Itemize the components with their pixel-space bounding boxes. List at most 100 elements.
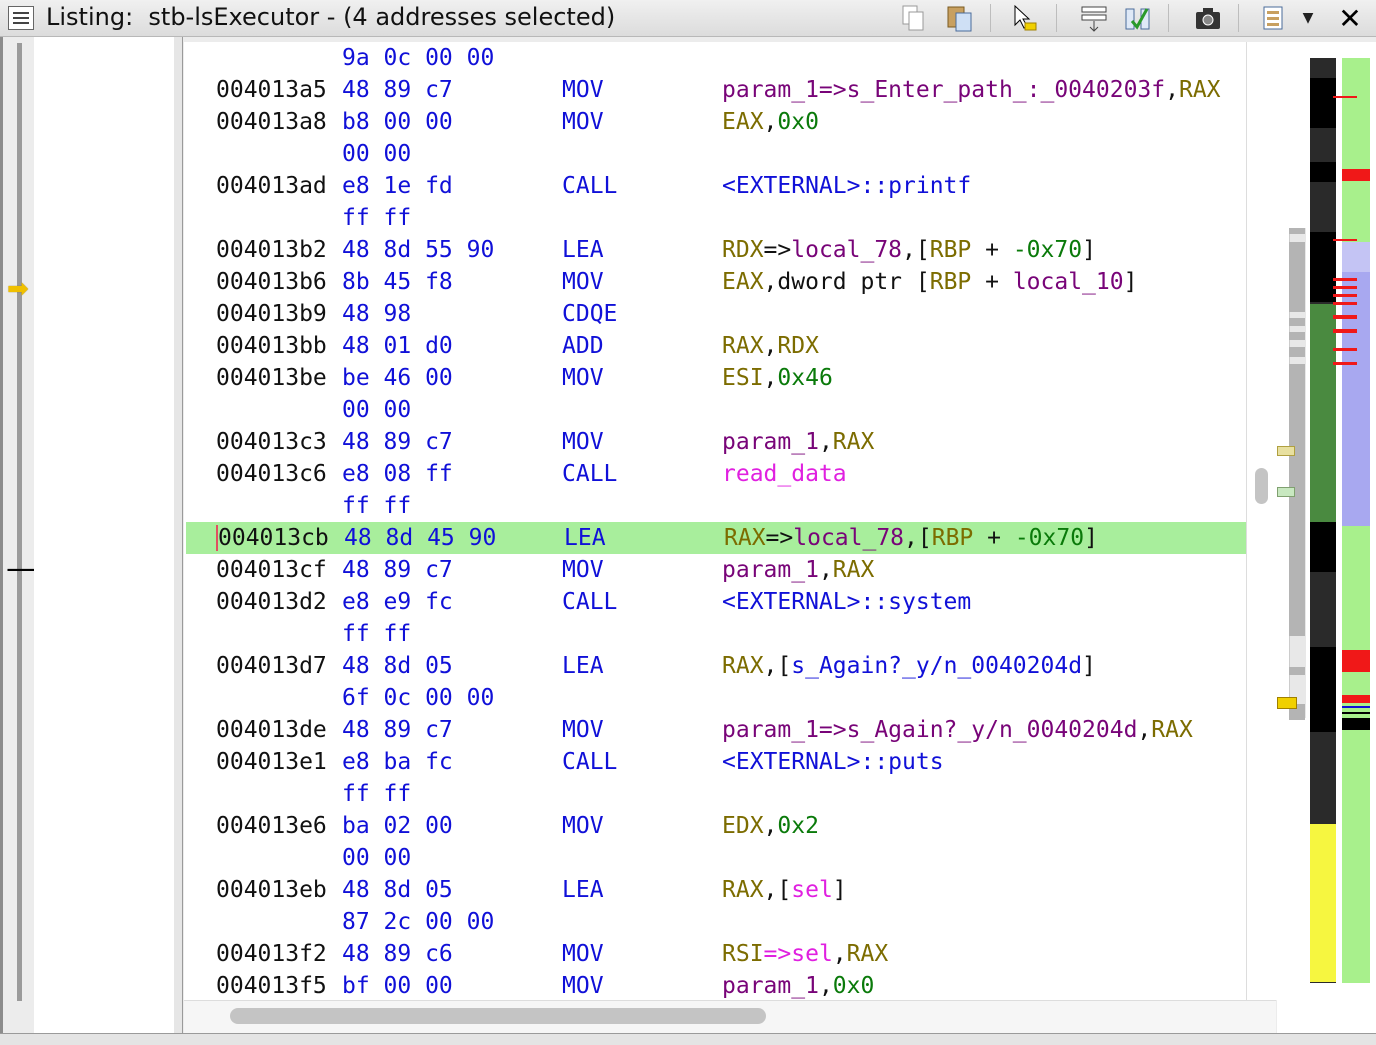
mnemonic-field[interactable]: LEA (562, 874, 604, 906)
bytes-field[interactable]: 48 8d 55 90 (342, 234, 494, 266)
mnemonic-field[interactable]: MOV (562, 970, 604, 1000)
operands-field[interactable]: read_data (722, 458, 847, 490)
address-field[interactable]: 004013b6 (216, 266, 327, 298)
operand-token[interactable]: ESI (722, 365, 764, 391)
operands-field[interactable]: RSI=>sel,RAX (722, 938, 888, 970)
mnemonic-field[interactable]: ADD (562, 330, 604, 362)
listing-row[interactable]: ff ff (184, 778, 1246, 810)
operand-token[interactable]: EAX (722, 269, 764, 295)
bytes-field[interactable]: e8 1e fd (342, 170, 453, 202)
listing-row[interactable]: 004013f2 48 89 c6 MOV RSI=>sel,RAX (184, 938, 1246, 970)
bookmark-marker[interactable] (1277, 446, 1295, 456)
operand-token[interactable]: <EXTERNAL>::puts (722, 749, 944, 775)
operands-field[interactable]: RDX=>local_78,[RBP + -0x70] (722, 234, 1096, 266)
operands-field[interactable]: EDX,0x2 (722, 810, 819, 842)
bytes-field[interactable]: 00 00 (342, 138, 411, 170)
operand-token[interactable]: local_78 (793, 525, 904, 551)
listing-row[interactable]: 004013bb 48 01 d0 ADD RAX,RDX (184, 330, 1246, 362)
operand-token[interactable]: RDX (722, 237, 764, 263)
horizontal-scroll-thumb[interactable] (230, 1008, 766, 1024)
operands-field[interactable]: <EXTERNAL>::printf (722, 170, 971, 202)
mnemonic-field[interactable]: LEA (562, 650, 604, 682)
mnemonic-field[interactable]: MOV (562, 714, 604, 746)
address-field[interactable]: 004013c6 (216, 458, 327, 490)
listing-row[interactable]: 004013b2 48 8d 55 90 LEA RDX=>local_78,[RBP… (184, 234, 1246, 266)
mnemonic-field[interactable]: MOV (562, 810, 604, 842)
mnemonic-field[interactable]: MOV (562, 74, 604, 106)
cursor-marker[interactable] (1277, 487, 1295, 497)
listing-row[interactable]: 004013be be 46 00 MOV ESI,0x46 (184, 362, 1246, 394)
listing-row-current[interactable]: 004013cb 48 8d 45 90 LEA RAX=>local_78,[RBP… (186, 522, 1246, 554)
mnemonic-field[interactable]: CALL (562, 170, 617, 202)
mnemonic-field[interactable]: MOV (562, 106, 604, 138)
operand-token[interactable]: param_1 (722, 557, 819, 583)
horizontal-scrollbar[interactable] (184, 1000, 1276, 1034)
vertical-scroll-thumb[interactable] (1255, 468, 1268, 504)
selection-marker[interactable] (1277, 697, 1297, 709)
mnemonic-field[interactable]: LEA (562, 234, 604, 266)
operand-token[interactable]: sel (791, 941, 833, 967)
bytes-field[interactable]: 48 98 (342, 298, 411, 330)
mnemonic-field[interactable]: CALL (562, 586, 617, 618)
operands-field[interactable]: RAX,[sel] (722, 874, 847, 906)
operand-token[interactable]: param_1=>s_Again?_y/n_0040204d (722, 717, 1137, 743)
panel-divider[interactable] (174, 37, 183, 1033)
listing-row[interactable]: 004013d7 48 8d 05 LEA RAX,[s_Again?_y/n_004… (184, 650, 1246, 682)
operand-token[interactable]: RAX (847, 941, 889, 967)
listing-row[interactable]: 00 00 (184, 394, 1246, 426)
operands-field[interactable]: ESI,0x46 (722, 362, 833, 394)
listing-row[interactable]: ff ff (184, 618, 1246, 650)
snapshot-icon[interactable] (1192, 2, 1224, 34)
operands-field[interactable]: param_1=>s_Enter_path_:_0040203f,RAX (722, 74, 1221, 106)
operands-field[interactable]: param_1,RAX (722, 554, 874, 586)
operand-token[interactable]: param_1=>s_Enter_path_:_0040203f (722, 77, 1165, 103)
listing-row[interactable]: 87 2c 00 00 (184, 906, 1246, 938)
operand-token[interactable]: => (764, 941, 792, 967)
operand-token[interactable]: RAX (1151, 717, 1193, 743)
bytes-field[interactable]: 48 89 c6 (342, 938, 453, 970)
mnemonic-field[interactable]: MOV (562, 938, 604, 970)
operands-field[interactable]: RAX,RDX (722, 330, 819, 362)
operand-token[interactable]: RBP (932, 525, 974, 551)
operand-token[interactable]: EDX (722, 813, 764, 839)
mnemonic-field[interactable]: MOV (562, 266, 604, 298)
bytes-field[interactable]: ff ff (342, 202, 411, 234)
operand-token[interactable]: <EXTERNAL>::system (722, 589, 971, 615)
paste-icon[interactable] (944, 2, 976, 34)
cursor-select-icon[interactable] (1008, 2, 1040, 34)
close-icon[interactable]: ✕ (1334, 2, 1366, 35)
listing-row[interactable]: ff ff (184, 490, 1246, 522)
address-field[interactable]: 004013ad (216, 170, 327, 202)
listing-options-icon[interactable] (1258, 2, 1290, 34)
listing-row[interactable]: 004013de 48 89 c7 MOV param_1=>s_Again?_y/n… (184, 714, 1246, 746)
bytes-field[interactable]: bf 00 00 (342, 970, 453, 1000)
bytes-field[interactable]: 8b 45 f8 (342, 266, 453, 298)
operand-token[interactable]: 0x46 (777, 365, 832, 391)
address-field[interactable]: 004013a5 (216, 74, 327, 106)
bytes-field[interactable]: ff ff (342, 778, 411, 810)
operand-token[interactable]: 0x0 (777, 109, 819, 135)
listing-row[interactable]: 004013c3 48 89 c7 MOV param_1,RAX (184, 426, 1246, 458)
bytes-field[interactable]: 00 00 (342, 394, 411, 426)
mnemonic-field[interactable]: LEA (564, 522, 606, 554)
listing-row[interactable]: 004013c6 e8 08 ff CALL read_data (184, 458, 1246, 490)
mnemonic-field[interactable]: CALL (562, 746, 617, 778)
bytes-field[interactable]: 6f 0c 00 00 (342, 682, 494, 714)
operand-token[interactable]: RAX (722, 653, 764, 679)
vertical-scrollbar[interactable] (1246, 42, 1277, 1000)
operand-token[interactable]: EAX (722, 109, 764, 135)
operand-token[interactable]: RSI (722, 941, 764, 967)
operands-field[interactable]: RAX=>local_78,[RBP + -0x70] (724, 522, 1098, 554)
address-field[interactable]: 004013e1 (216, 746, 327, 778)
listing-row[interactable]: 004013e1 e8 ba fc CALL <EXTERNAL>::puts (184, 746, 1246, 778)
field-editor-icon[interactable] (1078, 2, 1110, 34)
operand-token[interactable]: -0x70 (1015, 525, 1084, 551)
address-field[interactable]: 004013d7 (216, 650, 327, 682)
bytes-field[interactable]: 48 89 c7 (342, 554, 453, 586)
operand-token[interactable]: RAX (833, 429, 875, 455)
operands-field[interactable]: param_1=>s_Again?_y/n_0040204d,RAX (722, 714, 1193, 746)
operands-field[interactable]: <EXTERNAL>::puts (722, 746, 944, 778)
listing-row[interactable]: 004013a8 b8 00 00 MOV EAX,0x0 (184, 106, 1246, 138)
operand-token[interactable]: RAX (722, 877, 764, 903)
address-field[interactable]: 004013f2 (216, 938, 327, 970)
